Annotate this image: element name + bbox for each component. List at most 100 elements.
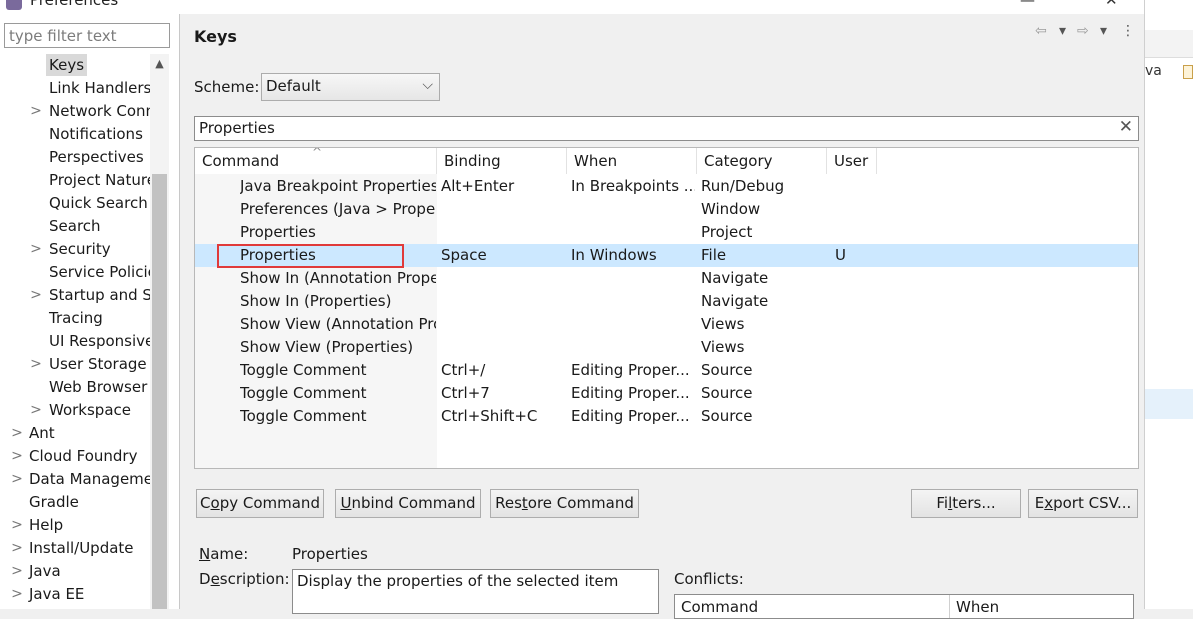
file-icon	[1183, 65, 1193, 79]
export-csv-button[interactable]: Export CSV...	[1028, 489, 1138, 518]
tree-item[interactable]: Gradle	[0, 491, 150, 513]
tree-item-label: Quick Search	[49, 194, 148, 212]
scheme-dropdown[interactable]: Default ⌵	[261, 73, 440, 101]
cell-category: Source	[701, 407, 753, 425]
unbind-command-button[interactable]: Unbind Command	[335, 489, 481, 518]
restore-command-button[interactable]: Restore Command	[490, 489, 639, 518]
tree-item[interactable]: Link Handlers	[0, 77, 150, 99]
expand-chevron-icon[interactable]: >	[30, 353, 42, 375]
expand-chevron-icon[interactable]: >	[11, 445, 23, 467]
background-window: va	[1144, 0, 1193, 609]
tree-item-label: Service Policies	[49, 263, 150, 281]
tree-item[interactable]: Tracing	[0, 307, 150, 329]
table-row[interactable]: Preferences (Java > Properties) Window	[195, 198, 1138, 221]
name-value: Properties	[292, 545, 368, 563]
cell-category: Run/Debug	[701, 177, 785, 195]
filter-input[interactable]	[4, 23, 170, 48]
table-row[interactable]: Show View (Properties) Views	[195, 336, 1138, 359]
preference-tree: Keys Link Handlers > Network Connections Not…	[0, 54, 150, 609]
close-button[interactable]: ✕	[1105, 0, 1118, 9]
tree-item-label: Link Handlers	[49, 79, 150, 97]
tree-item[interactable]: > User Storage	[0, 353, 150, 375]
tree-item[interactable]: > Install/Update	[0, 537, 150, 559]
tree-item-label: Perspectives	[49, 148, 144, 166]
tree-scrollbar[interactable]: ▲	[150, 54, 169, 609]
copy-command-button[interactable]: Copy Command	[196, 489, 324, 518]
tree-item-label: Notifications	[49, 125, 143, 143]
tree-item[interactable]: > Data Management	[0, 468, 150, 490]
expand-chevron-icon[interactable]: >	[11, 468, 23, 490]
tree-item[interactable]: Perspectives	[0, 146, 150, 168]
clear-search-icon[interactable]: ✕	[1119, 117, 1133, 137]
tree-item[interactable]: UI Responsiveness	[0, 330, 150, 352]
preferences-app-icon	[6, 0, 22, 10]
cell-category: Project	[701, 223, 753, 241]
conflicts-header-when[interactable]: When	[956, 598, 999, 616]
cell-command: Show View (Annotation Properties)	[240, 315, 436, 333]
table-row[interactable]: Toggle Comment Ctrl+7 Editing Proper... Sou…	[195, 382, 1138, 405]
tree-item[interactable]: Web Browser	[0, 376, 150, 398]
column-header-binding[interactable]: Binding	[437, 148, 567, 174]
scrollbar-thumb[interactable]	[152, 174, 167, 609]
table-row[interactable]: Java Breakpoint Properties Alt+Enter In Br…	[195, 175, 1138, 198]
tree-item[interactable]: Notifications	[0, 123, 150, 145]
cell-category: Source	[701, 361, 753, 379]
description-field[interactable]: Display the properties of the selected i…	[292, 569, 659, 614]
tree-item-label: Network Connections	[49, 102, 150, 120]
tree-item-label: Ant	[29, 424, 55, 442]
expand-chevron-icon[interactable]: >	[11, 514, 23, 536]
tree-item[interactable]: Quick Search	[0, 192, 150, 214]
tree-item[interactable]: > Ant	[0, 422, 150, 444]
tree-item[interactable]: Search	[0, 215, 150, 237]
table-row[interactable]: Toggle Comment Ctrl+/ Editing Proper... Sou…	[195, 359, 1138, 382]
forward-menu-chevron-icon[interactable]: ▾	[1100, 23, 1107, 39]
tree-item[interactable]: > Network Connections	[0, 100, 150, 122]
tree-item[interactable]: > Help	[0, 514, 150, 536]
cell-command: Show View (Properties)	[240, 338, 414, 356]
table-row[interactable]: Show In (Annotation Properties) Navigate	[195, 267, 1138, 290]
expand-chevron-icon[interactable]: >	[30, 399, 42, 421]
tree-item[interactable]: > Java	[0, 560, 150, 582]
cell-category: Views	[701, 338, 745, 356]
tree-item[interactable]: > Java EE	[0, 583, 150, 605]
filters-button[interactable]: Filters...	[911, 489, 1021, 518]
tree-item[interactable]: > Cloud Foundry	[0, 445, 150, 467]
column-header-command[interactable]: Command ^	[195, 148, 437, 174]
sort-ascending-icon: ^	[312, 147, 323, 159]
back-menu-chevron-icon[interactable]: ▾	[1059, 23, 1066, 39]
expand-chevron-icon[interactable]: >	[11, 560, 23, 582]
cell-when: In Windows	[571, 246, 657, 264]
cell-command: Toggle Comment	[240, 361, 367, 379]
table-row[interactable]: Toggle Comment Ctrl+Shift+C Editing Proper…	[195, 405, 1138, 428]
table-row[interactable]: Show View (Annotation Properties) Views	[195, 313, 1138, 336]
expand-chevron-icon[interactable]: >	[11, 422, 23, 444]
tree-item[interactable]: Service Policies	[0, 261, 150, 283]
tree-item[interactable]: > Startup and Shutdown	[0, 284, 150, 306]
cell-category: Navigate	[701, 269, 769, 287]
column-header-when[interactable]: When	[567, 148, 697, 174]
scroll-up-arrow-icon[interactable]: ▲	[150, 54, 169, 74]
keys-search-input[interactable]: Properties ✕	[194, 116, 1139, 141]
cell-user: U	[835, 246, 846, 264]
conflicts-header-command[interactable]: Command	[681, 598, 758, 616]
expand-chevron-icon[interactable]: >	[11, 583, 23, 605]
cell-command: Java Breakpoint Properties	[240, 177, 436, 195]
expand-chevron-icon[interactable]: >	[30, 284, 42, 306]
tree-item[interactable]: Keys	[0, 54, 150, 76]
forward-arrow-icon[interactable]: ⇨	[1077, 23, 1089, 39]
table-row[interactable]: Properties Project	[195, 221, 1138, 244]
cell-binding: Alt+Enter	[441, 177, 515, 195]
column-header-user[interactable]: User	[827, 148, 877, 174]
minimize-button[interactable]: —	[1020, 0, 1035, 9]
tree-item[interactable]: Project Natures	[0, 169, 150, 191]
expand-chevron-icon[interactable]: >	[30, 100, 42, 122]
tree-item[interactable]: > Security	[0, 238, 150, 260]
table-row[interactable]: Show In (Properties) Navigate	[195, 290, 1138, 313]
view-menu-icon[interactable]: ⋮	[1121, 23, 1135, 39]
tree-item[interactable]: > Workspace	[0, 399, 150, 421]
expand-chevron-icon[interactable]: >	[11, 537, 23, 559]
tree-item-label: Data Management	[29, 470, 150, 488]
expand-chevron-icon[interactable]: >	[30, 238, 42, 260]
back-arrow-icon[interactable]: ⇦	[1035, 23, 1047, 39]
column-header-category[interactable]: Category	[697, 148, 827, 174]
